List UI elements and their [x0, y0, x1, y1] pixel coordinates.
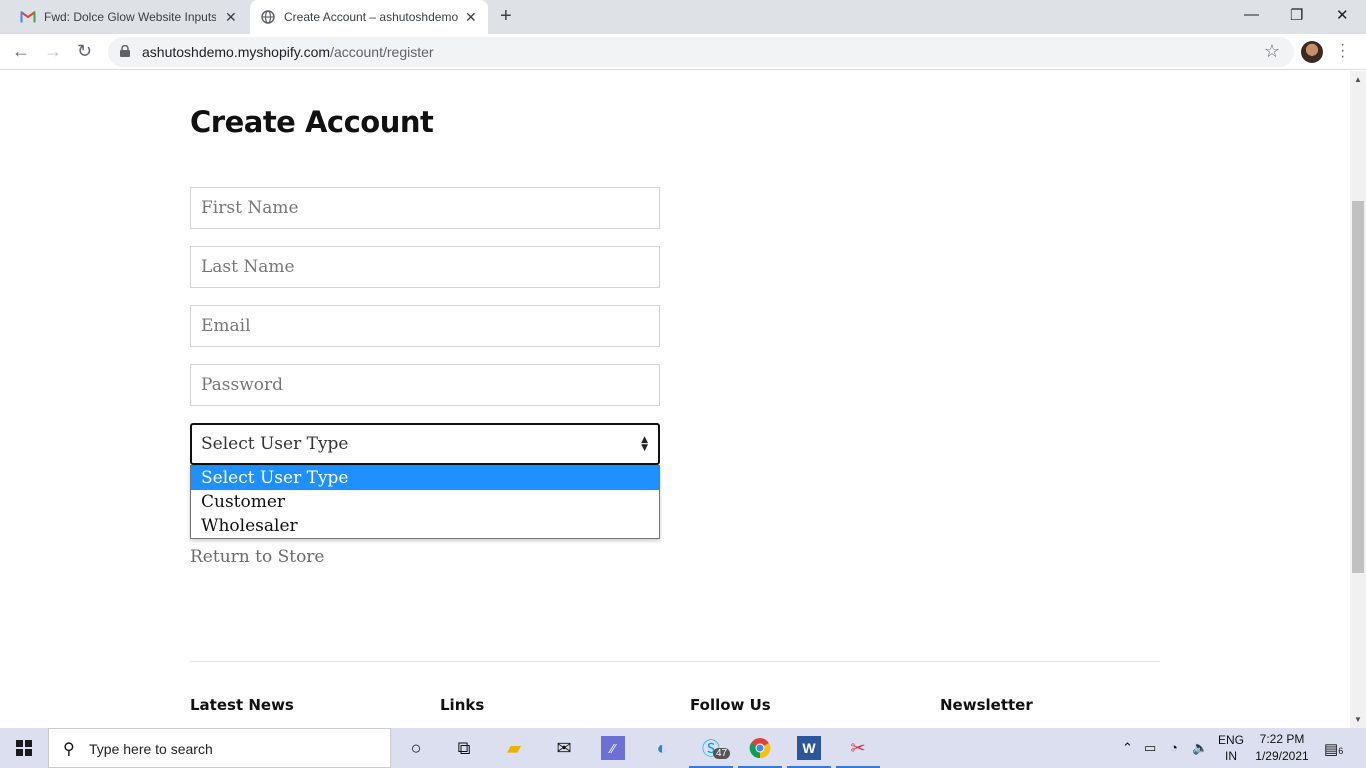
- system-clock[interactable]: 7:22 PM 1/29/2021: [1252, 731, 1312, 765]
- edge-icon[interactable]: ◐: [650, 736, 674, 760]
- taskbar-search-box[interactable]: ⚲ Type here to search: [48, 728, 391, 768]
- volume-icon[interactable]: 🔈: [1192, 740, 1208, 756]
- page-content: Create Account First Name Last Name Emai…: [0, 71, 1350, 728]
- skype-badge: 47: [713, 748, 731, 759]
- footer-heading-links: Links: [440, 696, 485, 714]
- tab-gmail[interactable]: Fwd: Dolce Glow Website Inputs ✕: [20, 0, 250, 34]
- cortana-icon[interactable]: ○: [404, 736, 428, 760]
- notification-count: 6: [1338, 746, 1344, 756]
- snipping-tool-icon[interactable]: ✂: [836, 736, 880, 768]
- scroll-down-arrow-icon[interactable]: ▼: [1354, 715, 1362, 724]
- chrome-icon[interactable]: [738, 736, 782, 768]
- url-path: /account/register: [330, 44, 434, 60]
- show-hidden-icons-chevron-icon[interactable]: ⌃: [1122, 740, 1133, 756]
- tab-close-icon[interactable]: ✕: [465, 9, 477, 26]
- bookmark-star-icon[interactable]: ☆: [1264, 41, 1280, 62]
- minimize-button[interactable]: —: [1244, 6, 1259, 23]
- tab-title: Create Account – ashutoshdemo: [284, 10, 459, 24]
- url-text: ashutoshdemo.myshopify.com/account/regis…: [142, 44, 434, 60]
- user-type-dropdown: Select User Type Customer Wholesaler: [190, 465, 660, 539]
- profile-avatar[interactable]: [1301, 41, 1323, 63]
- mail-icon[interactable]: ✉: [552, 736, 576, 760]
- notifications-icon[interactable]: ▤6: [1324, 740, 1343, 758]
- language-indicator[interactable]: ENG IN: [1218, 732, 1244, 764]
- skype-icon[interactable]: Ⓢ 47: [689, 736, 733, 768]
- option-select-user-type[interactable]: Select User Type: [191, 466, 659, 490]
- language-code: ENG: [1218, 733, 1245, 747]
- tab-create-account[interactable]: Create Account – ashutoshdemo ✕: [250, 0, 488, 34]
- option-wholesaler[interactable]: Wholesaler: [191, 514, 659, 538]
- new-tab-button[interactable]: +: [500, 6, 512, 26]
- email-input[interactable]: Email: [190, 305, 660, 347]
- address-bar[interactable]: ashutoshdemo.myshopify.com/account/regis…: [108, 37, 1294, 67]
- last-name-input[interactable]: Last Name: [190, 246, 660, 288]
- footer-heading-latest-news: Latest News: [190, 696, 294, 714]
- file-explorer-icon[interactable]: ▰: [502, 736, 526, 760]
- first-name-input[interactable]: First Name: [190, 187, 660, 229]
- clock-date: 1/29/2021: [1255, 749, 1309, 763]
- tab-strip: Fwd: Dolce Glow Website Inputs ✕ Create …: [0, 0, 1366, 34]
- windows-start-icon[interactable]: [16, 740, 32, 756]
- option-customer[interactable]: Customer: [191, 490, 659, 514]
- browser-toolbar: ← → ↻ ashutoshdemo.myshopify.com/account…: [0, 34, 1366, 70]
- search-icon: ⚲: [63, 741, 75, 758]
- footer-divider: [190, 661, 1160, 662]
- windows-taskbar: ⚲ Type here to search ○ ⧉ ▰ ✉ ⁄⁄ ◐ Ⓢ 47 W…: [0, 728, 1366, 768]
- password-input[interactable]: Password: [190, 364, 660, 406]
- tab-close-icon[interactable]: ✕: [225, 9, 237, 26]
- footer-heading-newsletter: Newsletter: [940, 696, 1033, 714]
- tab-title: Fwd: Dolce Glow Website Inputs: [44, 10, 216, 24]
- forward-arrow-icon[interactable]: →: [44, 41, 62, 62]
- battery-icon[interactable]: ▭: [1144, 740, 1156, 756]
- lock-icon: [120, 45, 130, 57]
- globe-icon: [260, 9, 276, 25]
- scroll-thumb[interactable]: [1352, 201, 1364, 573]
- menu-dots-icon[interactable]: · · ·: [1340, 37, 1345, 65]
- user-type-select[interactable]: Select User Type ▲ ▼: [190, 423, 660, 465]
- footer-heading-follow-us: Follow Us: [690, 696, 771, 714]
- task-view-icon[interactable]: ⧉: [452, 736, 476, 760]
- region-code: IN: [1225, 749, 1237, 763]
- select-arrows-icon: ▲ ▼: [641, 435, 648, 453]
- power-automate-icon[interactable]: ⁄⁄: [601, 736, 625, 760]
- url-domain: ashutoshdemo.myshopify.com: [142, 44, 331, 60]
- page-scrollbar[interactable]: ▲ ▼: [1350, 71, 1366, 728]
- reload-icon[interactable]: ↻: [77, 41, 92, 62]
- restore-button[interactable]: ❐: [1290, 6, 1303, 24]
- taskbar-search-placeholder: Type here to search: [89, 741, 213, 757]
- gmail-icon: [20, 9, 36, 25]
- page-title: Create Account: [190, 105, 434, 139]
- word-icon[interactable]: W: [787, 736, 831, 768]
- close-window-button[interactable]: ✕: [1336, 6, 1349, 24]
- clock-time: 7:22 PM: [1259, 732, 1305, 746]
- user-type-selected-value: Select User Type: [201, 434, 349, 454]
- wifi-icon[interactable]: ◔: [1170, 740, 1178, 755]
- return-to-store-link[interactable]: Return to Store: [190, 547, 325, 567]
- back-arrow-icon[interactable]: ←: [12, 41, 30, 62]
- scroll-up-arrow-icon[interactable]: ▲: [1354, 75, 1362, 84]
